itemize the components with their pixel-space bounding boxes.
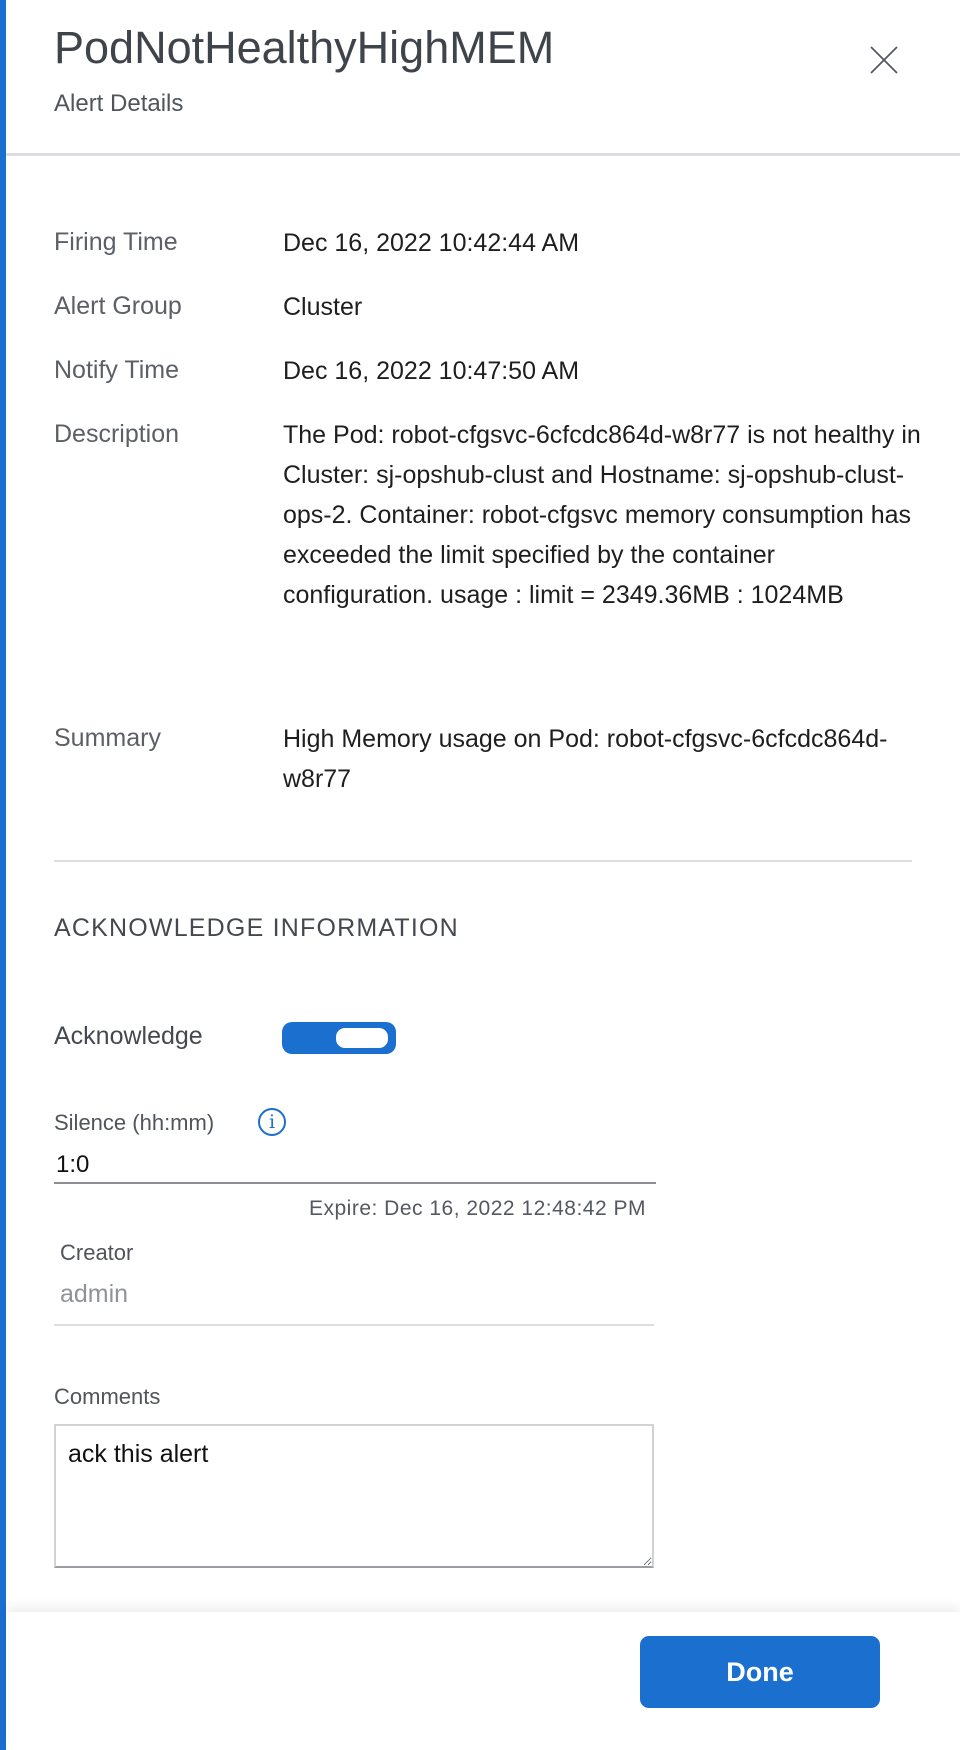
done-button[interactable]: Done <box>640 1636 880 1708</box>
summary-label: Summary <box>54 724 161 752</box>
acknowledge-label: Acknowledge <box>54 1022 203 1050</box>
notify-time-value: Dec 16, 2022 10:47:50 AM <box>283 357 580 385</box>
creator-label: Creator <box>60 1240 134 1265</box>
close-icon[interactable] <box>868 44 900 76</box>
comments-textarea[interactable]: ack this alert <box>54 1424 654 1568</box>
page-title: PodNotHealthyHighMEM <box>54 22 555 73</box>
creator-field: admin <box>54 1280 654 1326</box>
notify-time-label: Notify Time <box>54 356 180 384</box>
summary-value: High Memory usage on Pod: robot-cfgsvc-6… <box>283 725 888 793</box>
silence-input[interactable] <box>54 1148 656 1184</box>
toggle-knob <box>336 1028 388 1048</box>
section-divider <box>54 860 912 862</box>
comments-label: Comments <box>54 1384 161 1409</box>
page-subtitle: Alert Details <box>54 90 184 117</box>
header-divider <box>6 153 960 156</box>
info-icon[interactable]: i <box>258 1108 286 1136</box>
description-label: Description <box>54 420 180 448</box>
acknowledge-section-title: ACKNOWLEDGE INFORMATION <box>54 914 459 942</box>
left-accent-bar <box>0 0 6 1750</box>
expire-text: Expire: Dec 16, 2022 12:48:42 PM <box>308 1197 646 1220</box>
alert-group-value: Cluster <box>283 293 363 321</box>
silence-label: Silence (hh:mm) <box>54 1110 215 1135</box>
acknowledge-toggle[interactable] <box>282 1022 396 1054</box>
description-value: The Pod: robot-cfgsvc-6cfcdc864d-w8r77 i… <box>283 421 921 609</box>
firing-time-label: Firing Time <box>54 228 178 256</box>
alert-group-label: Alert Group <box>54 292 182 320</box>
firing-time-value: Dec 16, 2022 10:42:44 AM <box>283 229 580 257</box>
